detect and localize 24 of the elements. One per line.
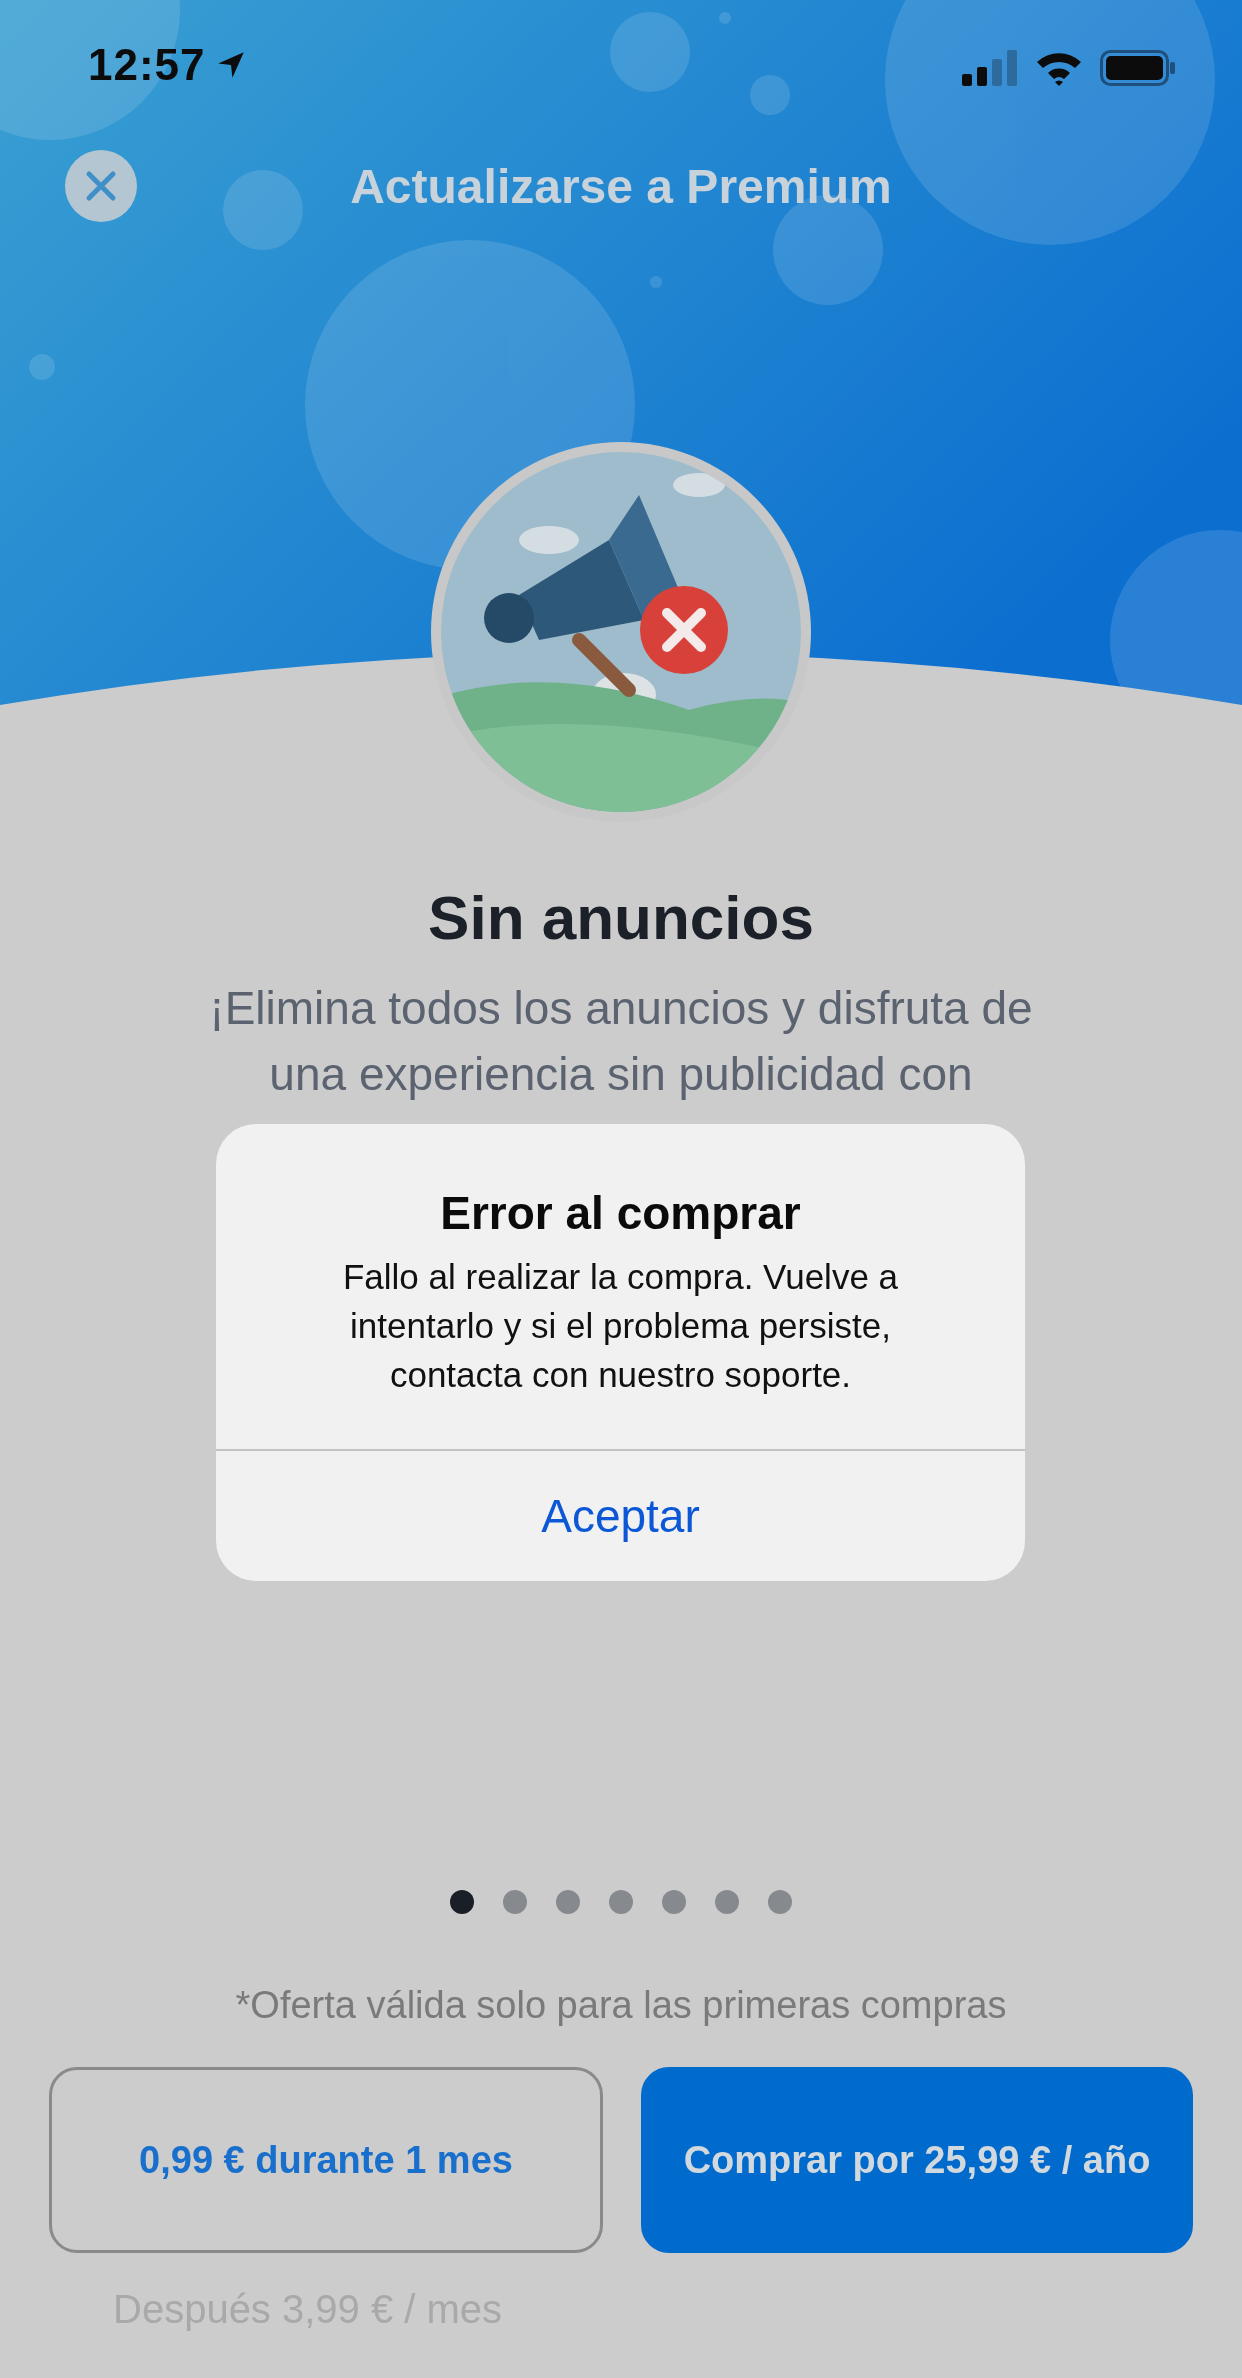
screen-title: Actualizarse a Premium	[350, 158, 892, 214]
page-dot[interactable]	[715, 1890, 739, 1914]
bubble-drawing	[650, 276, 662, 288]
buy-button[interactable]: Comprar por 25,99 € / año	[641, 2067, 1193, 2253]
page-dot[interactable]	[662, 1890, 686, 1914]
battery-icon	[1100, 50, 1176, 86]
feature-description: ¡Elimina todos los anuncios y disfruta de una experiencia sin publicidad con	[208, 981, 1034, 1102]
alert-message: Fallo al realizar la compra. Vuelve a intentarlo y si el problema persiste, contacta con nuestro soporte.	[341, 1256, 900, 1396]
alert-title: Error al comprar	[440, 1186, 801, 1240]
status-time: 12:57	[88, 40, 206, 90]
close-icon	[85, 170, 117, 202]
feature-title: Sin anuncios	[428, 882, 814, 953]
page-dot[interactable]	[609, 1890, 633, 1914]
page-dot[interactable]	[503, 1890, 527, 1914]
page-dot[interactable]	[450, 1890, 474, 1914]
bubble-drawing	[750, 75, 790, 115]
page-dot[interactable]	[556, 1890, 580, 1914]
trial-button[interactable]: 0,99 € durante 1 mes	[49, 2067, 603, 2253]
bubble-drawing	[29, 354, 55, 380]
accept-button[interactable]: Aceptar	[216, 1451, 1025, 1581]
signal-icon	[962, 50, 1018, 86]
offer-note: *Oferta válida solo para las primeras compras	[235, 1984, 1007, 2027]
page-dot[interactable]	[768, 1890, 792, 1914]
bubble-drawing	[719, 12, 731, 24]
